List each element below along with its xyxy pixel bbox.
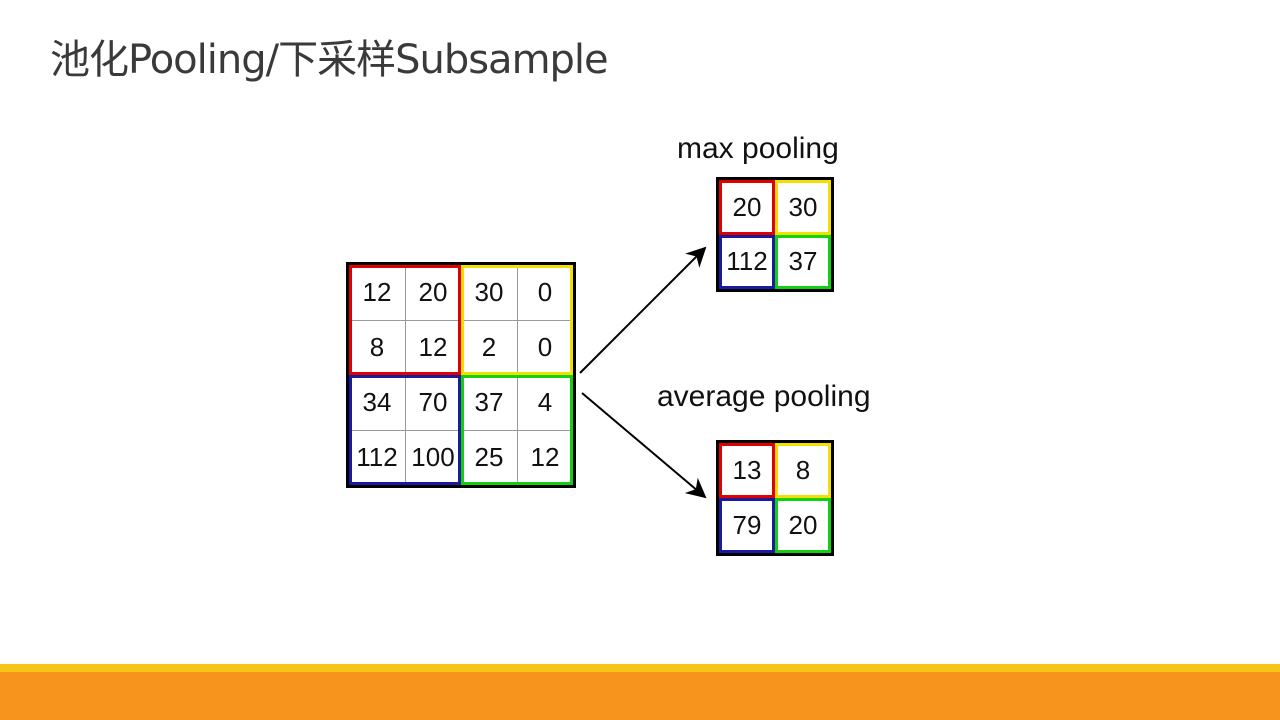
arrow-to-max-pooling bbox=[579, 246, 707, 374]
footer-accent-strip bbox=[0, 664, 1280, 672]
arrow-to-average-pooling bbox=[581, 392, 707, 499]
footer-bar bbox=[0, 672, 1280, 720]
arrows bbox=[579, 246, 707, 499]
